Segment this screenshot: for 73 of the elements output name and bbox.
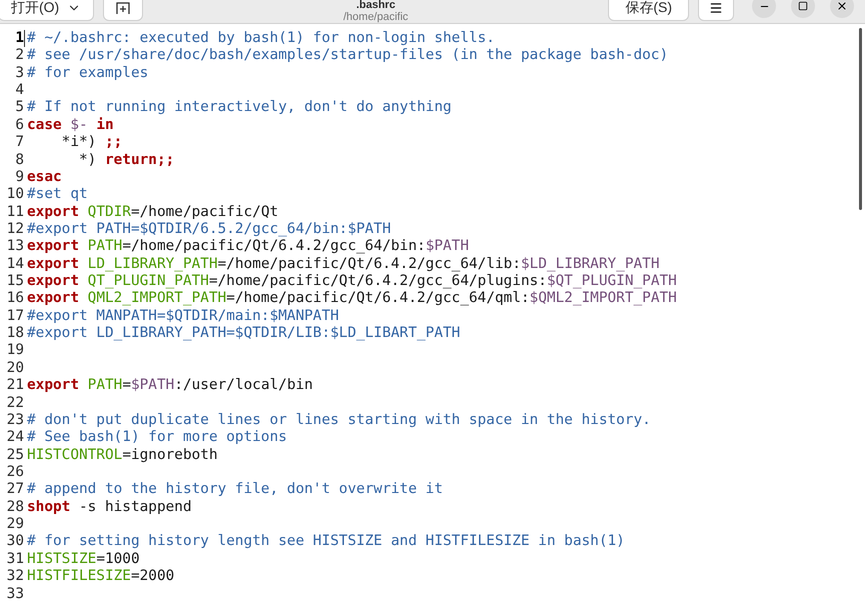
line-number: 12 xyxy=(6,220,24,238)
line-number: 20 xyxy=(6,360,24,378)
code-line: #export MANPATH=$QTDIR/main:$MANPATH xyxy=(27,308,339,326)
line-number: 19 xyxy=(6,342,24,360)
line-number: 8 xyxy=(14,152,24,169)
code-line: export PATH=$PATH:/user/local/bin xyxy=(27,377,313,395)
code-line: export LD_LIBRARY_PATH=/home/pacific/Qt/6.4.2/gcc_64/lib:$LD_LIBRARY_PATH xyxy=(27,256,660,274)
code-line: #export PATH=$QTDIR/6.5.2/gcc_64/bin:$PATH xyxy=(27,220,391,238)
line-number: 33 xyxy=(6,586,24,601)
line-number: 30 xyxy=(6,533,24,551)
close-icon xyxy=(836,0,848,12)
line-number: 16 xyxy=(6,290,24,308)
open-button[interactable]: 打开(O) xyxy=(0,0,94,21)
new-tab-button[interactable] xyxy=(103,0,144,21)
save-button[interactable]: 保存(S) xyxy=(608,0,689,21)
code-line: # don't put duplicate lines or lines starting with space in the history. xyxy=(27,412,651,430)
line-number: 7 xyxy=(14,134,24,152)
line-number: 26 xyxy=(6,464,24,482)
line-number: 4 xyxy=(14,82,24,100)
code-line: # If not running interactively, don't do anything xyxy=(27,99,452,117)
line-number: 6 xyxy=(14,116,24,134)
code-line: export PATH=/home/pacific/Qt/6.4.2/gcc_64/bin:$PATH xyxy=(27,238,469,256)
line-number: 14 xyxy=(6,256,24,274)
new-tab-icon xyxy=(116,2,130,14)
line-number: 21 xyxy=(6,377,24,395)
line-number: 23 xyxy=(6,412,24,430)
code-line: export QT_PLUGIN_PATH=/home/pacific/Qt/6.4.2/gcc_64/plugins:$QT_PLUGIN_PATH xyxy=(27,273,677,290)
line-number: 24 xyxy=(6,429,24,447)
code-line: #set qt xyxy=(27,186,88,204)
code-line: # ~/.bashrc: executed by bash(1) for non-login shells. xyxy=(27,30,495,48)
line-number: 13 xyxy=(6,238,24,256)
scrollbar[interactable] xyxy=(859,28,862,210)
line-number: 17 xyxy=(6,308,24,326)
code-line: HISTSIZE=1000 xyxy=(27,550,140,568)
code-line: # See bash(1) for more options xyxy=(27,429,287,447)
line-number: 27 xyxy=(6,481,24,499)
maximize-button[interactable] xyxy=(791,0,815,18)
code-line: *i*) ;; xyxy=(60,134,122,152)
code-line: # for examples xyxy=(27,64,148,82)
code-line: shopt -s histappend xyxy=(27,498,192,516)
line-number: 25 xyxy=(6,446,24,464)
line-number: 31 xyxy=(6,550,24,568)
code-line: export QTDIR=/home/pacific/Qt xyxy=(27,204,278,221)
window-subtitle: /home/pacific xyxy=(343,12,408,23)
line-number: 11 xyxy=(6,204,24,221)
text-cursor xyxy=(24,30,25,47)
line-number: 10 xyxy=(6,186,24,204)
close-button[interactable] xyxy=(830,0,854,18)
code-line: # see /usr/share/doc/bash/examples/startup-files (in the package bash-doc) xyxy=(27,47,668,65)
code-line: export QML2_IMPORT_PATH=/home/pacific/Qt/6.4.2/gcc_64/qml:$QML2_IMPORT_PATH xyxy=(27,290,677,308)
line-number: 15 xyxy=(6,273,24,290)
window-title: .bashrc xyxy=(356,0,396,11)
line-number: 32 xyxy=(6,568,24,586)
line-number: 1 xyxy=(14,30,24,48)
code-line: esac xyxy=(27,168,62,186)
menu-icon xyxy=(709,0,723,14)
code-line: #export LD_LIBRARY_PATH=$QTDIR/LIB:$LD_LIBART_PATH xyxy=(27,325,460,342)
line-number: 22 xyxy=(6,394,24,412)
line-number: 2 xyxy=(14,47,24,65)
line-number: 3 xyxy=(14,64,24,82)
code-line: HISTFILESIZE=2000 xyxy=(27,568,174,586)
line-number: 28 xyxy=(6,498,24,516)
line-number: 18 xyxy=(6,325,24,342)
menu-button[interactable] xyxy=(698,0,734,21)
line-number: 29 xyxy=(6,516,24,534)
line-number: 9 xyxy=(14,168,24,186)
code-line: # append to the history file, don't overwrite it xyxy=(27,481,443,499)
code-line: HISTCONTROL=ignoreboth xyxy=(27,446,218,464)
maximize-icon xyxy=(798,1,808,11)
line-number: 5 xyxy=(14,99,24,117)
code-line: # for setting history length see HISTSIZE and HISTFILESIZE in bash(1) xyxy=(27,533,625,551)
code-line: *) return;; xyxy=(78,152,174,169)
code-line: case $- in xyxy=(27,116,114,134)
